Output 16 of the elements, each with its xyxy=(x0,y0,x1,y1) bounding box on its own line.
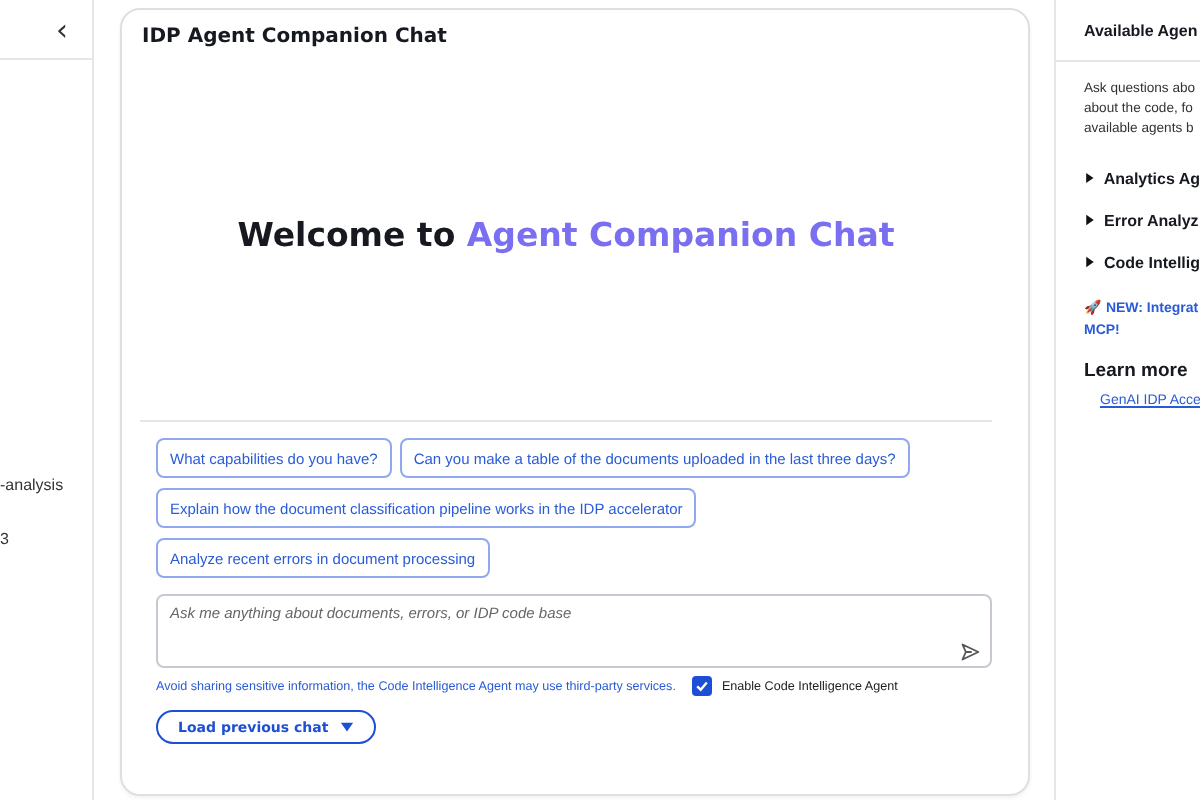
agent-expander[interactable]: Analytics Ag xyxy=(1084,166,1200,190)
panel-title: IDP Agent Companion Chat xyxy=(142,26,449,48)
section-heading: Learn more xyxy=(1084,360,1190,382)
send-icon[interactable] xyxy=(960,642,980,662)
caret-icon xyxy=(340,720,355,734)
panel-title: Available Agen xyxy=(1084,21,1198,39)
collapse-button[interactable]: ‹ xyxy=(52,15,72,43)
welcome-heading: Welcome to Agent Companion Chat xyxy=(237,215,895,253)
caret-icon[interactable] xyxy=(1084,172,1096,184)
sidebar-item[interactable]: 3 xyxy=(0,530,92,548)
caret-icon[interactable] xyxy=(1084,256,1096,268)
checkbox[interactable] xyxy=(691,676,712,696)
agent-expander[interactable]: Code Intellig xyxy=(1084,250,1200,274)
caret-icon[interactable] xyxy=(1084,214,1096,226)
agent-expander[interactable]: Error Analyz xyxy=(1084,208,1200,232)
sidebar-item[interactable]: -analysis xyxy=(0,476,92,494)
